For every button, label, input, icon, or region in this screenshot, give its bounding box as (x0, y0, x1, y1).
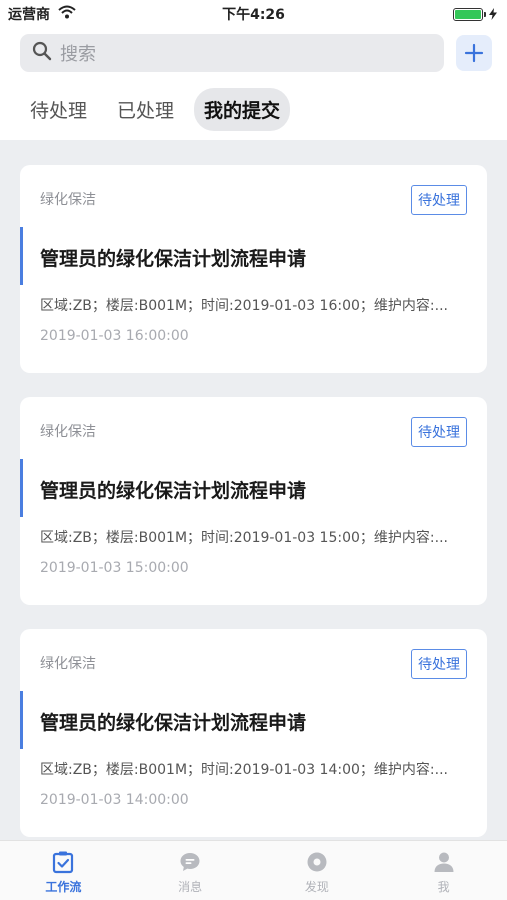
card-time: 2019-01-03 16:00:00 (40, 328, 189, 344)
status-badge: 待处理 (411, 185, 467, 215)
carrier-label: 运营商 (8, 7, 50, 23)
search-row: 搜索 (20, 33, 492, 73)
card-description: 区域:ZB；楼层:B001M；时间:2019-01-03 14:00；维护内容:… (40, 762, 448, 778)
filter-tabs: 待处理 已处理 我的提交 (20, 88, 291, 131)
status-time: 下午4:26 (222, 7, 285, 23)
tabbar-item-workflow[interactable]: 工作流 (0, 841, 127, 900)
card-description: 区域:ZB；楼层:B001M；时间:2019-01-03 16:00；维护内容:… (40, 298, 448, 314)
tab-processed[interactable]: 已处理 (107, 88, 184, 131)
card-category: 绿化保洁 (40, 424, 96, 440)
battery-icon (453, 7, 497, 21)
profile-icon (434, 852, 454, 872)
tabbar-label: 工作流 (45, 880, 82, 894)
status-bar: 运营商 下午4:26 (0, 0, 507, 28)
status-badge: 待处理 (411, 417, 467, 447)
wifi-icon (58, 5, 76, 23)
message-icon (180, 853, 200, 871)
accent-bar (20, 459, 23, 517)
card-time: 2019-01-03 14:00:00 (40, 792, 189, 808)
workflow-icon (53, 851, 74, 874)
card-category: 绿化保洁 (40, 192, 96, 208)
plus-icon (464, 43, 484, 63)
discover-icon (307, 852, 327, 872)
accent-bar (20, 691, 23, 749)
tabbar-label: 消息 (178, 880, 203, 894)
status-left: 运营商 (8, 4, 76, 24)
card-title: 管理员的绿化保洁计划流程申请 (40, 248, 307, 270)
request-card[interactable]: 绿化保洁 待处理 管理员的绿化保洁计划流程申请 区域:ZB；楼层:B001M；时… (20, 165, 487, 373)
tabbar-item-discover[interactable]: 发现 (254, 841, 381, 900)
tab-pending[interactable]: 待处理 (20, 88, 97, 131)
search-icon (32, 41, 52, 65)
charging-icon (489, 8, 497, 20)
card-time: 2019-01-03 15:00:00 (40, 560, 189, 576)
search-placeholder: 搜索 (60, 44, 96, 65)
request-list: 绿化保洁 待处理 管理员的绿化保洁计划流程申请 区域:ZB；楼层:B001M；时… (0, 140, 507, 840)
card-category: 绿化保洁 (40, 656, 96, 672)
search-input[interactable]: 搜索 (20, 34, 444, 72)
tabbar-item-messages[interactable]: 消息 (127, 841, 254, 900)
tabbar-label: 我 (437, 880, 450, 894)
status-badge: 待处理 (411, 649, 467, 679)
tabbar-item-me[interactable]: 我 (380, 841, 507, 900)
accent-bar (20, 227, 23, 285)
bottom-tab-bar: 工作流 消息 发现 我 (0, 840, 507, 900)
add-button[interactable] (456, 35, 492, 71)
request-card[interactable]: 绿化保洁 待处理 管理员的绿化保洁计划流程申请 区域:ZB；楼层:B001M；时… (20, 629, 487, 837)
tabbar-label: 发现 (304, 880, 329, 894)
card-title: 管理员的绿化保洁计划流程申请 (40, 712, 307, 734)
request-card[interactable]: 绿化保洁 待处理 管理员的绿化保洁计划流程申请 区域:ZB；楼层:B001M；时… (20, 397, 487, 605)
card-title: 管理员的绿化保洁计划流程申请 (40, 480, 307, 502)
tab-my-submissions[interactable]: 我的提交 (194, 88, 291, 131)
card-description: 区域:ZB；楼层:B001M；时间:2019-01-03 15:00；维护内容:… (40, 530, 448, 546)
